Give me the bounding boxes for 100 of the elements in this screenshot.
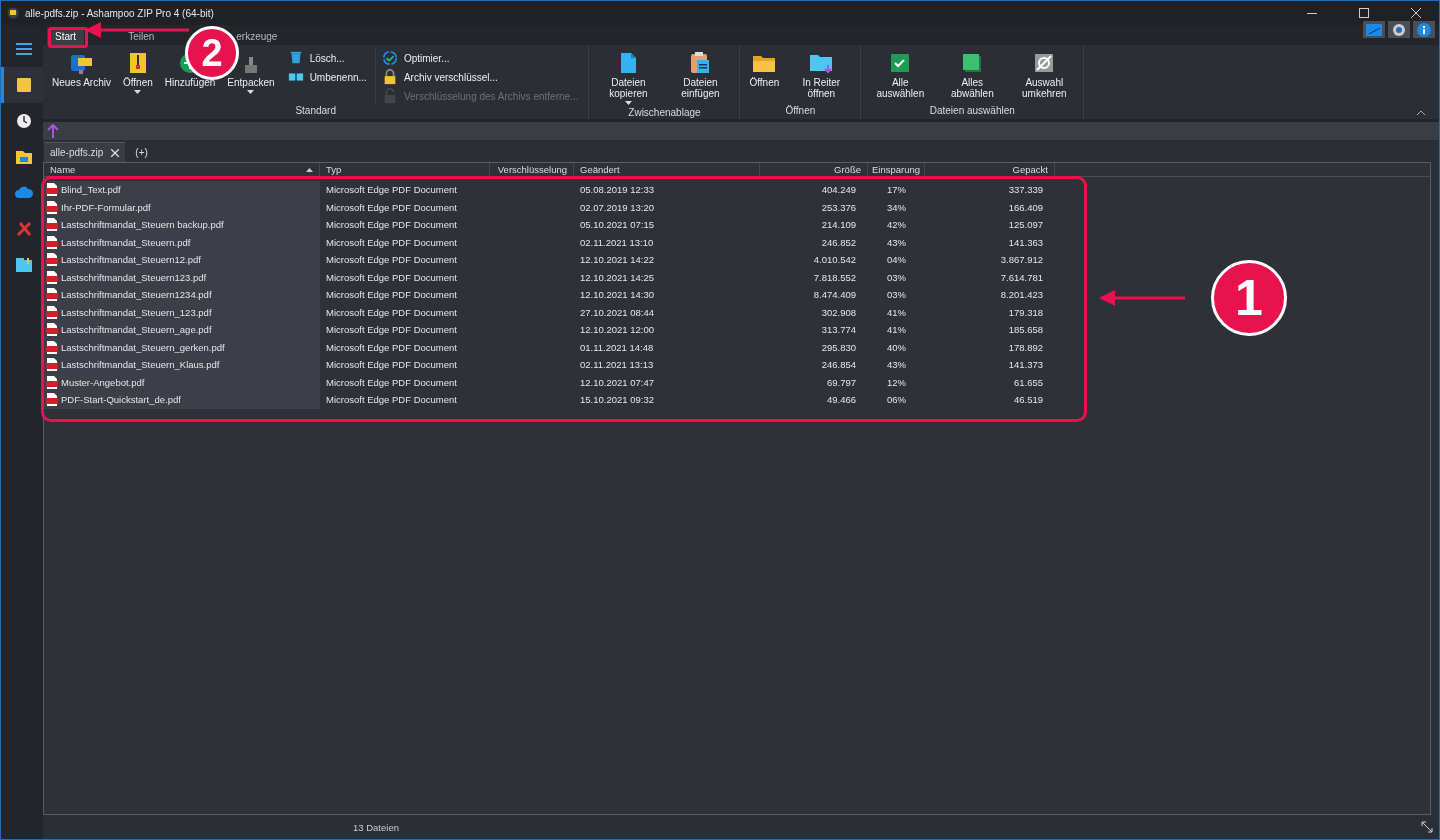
- resize-icon[interactable]: [1421, 821, 1433, 833]
- table-cell-text: Microsoft Edge PDF Document: [325, 393, 458, 408]
- up-arrow-icon[interactable]: [47, 124, 59, 138]
- ribbon-button[interactable]: Archiv verschlüssel...: [379, 68, 581, 86]
- table-cell-text: Microsoft Edge PDF Document: [325, 200, 458, 215]
- table-cell-text: Microsoft Edge PDF Document: [325, 288, 458, 303]
- check-circle-icon: [381, 50, 398, 66]
- table-cell-text: 166.409: [1007, 200, 1044, 215]
- ribbon-button[interactable]: Lösch...: [285, 49, 369, 67]
- table-cell-text: 4.010.542: [812, 253, 857, 268]
- table-cell-text: 12.10.2021 07:47: [579, 375, 655, 390]
- table-cell-text: 40%: [886, 340, 907, 355]
- group-label: Standard: [294, 105, 337, 118]
- pdf-icon: [46, 235, 58, 249]
- table-cell-text: 41%: [886, 305, 907, 320]
- table-cell-text: 04%: [886, 253, 907, 268]
- table-cell-text: 12%: [886, 375, 907, 390]
- table-cell-text: 404.249: [820, 183, 857, 198]
- table-cell-text: 12.10.2021 14:22: [579, 253, 655, 268]
- table-cell-text: 337.339: [1007, 183, 1044, 198]
- table-cell-text: Microsoft Edge PDF Document: [325, 253, 458, 268]
- table-cell-text: Microsoft Edge PDF Document: [325, 218, 458, 233]
- ribbon-button[interactable]: Alle auswählen: [865, 49, 936, 101]
- table-cell-text: 246.852: [820, 235, 857, 250]
- table-cell[interactable]: Lastschriftmandat_Steuern backup.pdf: [44, 216, 320, 234]
- caret-icon: [624, 101, 632, 105]
- table-cell[interactable]: Lastschriftmandat_Steuern12.pdf: [44, 251, 320, 269]
- table-cell[interactable]: Lastschriftmandat_Steuern1234.pdf: [44, 286, 320, 304]
- table-cell-text: 302.908: [820, 305, 857, 320]
- pdf-icon: [46, 253, 58, 267]
- ribbon-tab[interactable]: Teilen: [120, 28, 163, 45]
- pdf-icon: [46, 340, 58, 354]
- table-cell-text: 179.318: [1007, 305, 1044, 320]
- column-header[interactable]: Typ: [320, 163, 490, 176]
- table-cell-text: Microsoft Edge PDF Document: [325, 358, 458, 373]
- table-cell-text: 246.854: [820, 358, 857, 373]
- table-cell-text: 3.867.912: [999, 253, 1044, 268]
- table-cell-text: Microsoft Edge PDF Document: [325, 270, 458, 285]
- table-cell-text: Microsoft Edge PDF Document: [325, 375, 458, 390]
- ribbon-button[interactable]: Öffnen: [117, 49, 158, 96]
- table-cell-text: 253.376: [820, 200, 857, 215]
- ribbon-button[interactable]: Alles abwählen: [937, 49, 1008, 101]
- ribbon-button[interactable]: Auswahl umkehren: [1009, 49, 1080, 101]
- table-cell-text: Microsoft Edge PDF Document: [325, 235, 458, 250]
- ribbon-button[interactable]: Optimier...: [379, 49, 581, 67]
- table-cell-text: 17%: [886, 183, 907, 198]
- archive-tab[interactable]: (+): [129, 142, 154, 162]
- settings-button[interactable]: [1388, 21, 1410, 38]
- table-cell[interactable]: Lastschriftmandat_Steuern_Klaus.pdf: [44, 356, 320, 374]
- status-text: 13 Dateien: [353, 821, 399, 833]
- table-cell-text: 02.11.2021 13:10: [579, 235, 655, 250]
- window-icon: [13, 255, 34, 275]
- table-cell-text: 8.201.423: [999, 288, 1044, 303]
- pdf-icon: [46, 323, 58, 337]
- column-header[interactable]: Verschlüsselung: [490, 163, 574, 176]
- collapse-icon[interactable]: [1417, 110, 1425, 115]
- table-cell-text: 7.818.552: [812, 270, 857, 285]
- table-cell-text: 12.10.2021 12:00: [579, 323, 655, 338]
- table-cell-text: 02.07.2019 13:20: [579, 200, 655, 215]
- ribbon-button[interactable]: Neues Archiv: [47, 49, 116, 90]
- column-header[interactable]: Gepackt: [925, 163, 1055, 176]
- table-cell-text: 46.519: [1012, 393, 1044, 408]
- table-cell-text: 42%: [886, 218, 907, 233]
- table-cell-text: Microsoft Edge PDF Document: [325, 305, 458, 320]
- column-header[interactable]: Geändert: [574, 163, 760, 176]
- column-header[interactable]: Name: [44, 163, 320, 176]
- highlight-frame: [48, 27, 88, 48]
- maximize-icon[interactable]: [1359, 8, 1369, 18]
- pdf-icon: [46, 375, 58, 389]
- close-icon[interactable]: [1411, 8, 1421, 18]
- pdf-icon: [46, 358, 58, 372]
- table-cell-text: Microsoft Edge PDF Document: [325, 183, 458, 198]
- ribbon-button[interactable]: In Reiter öffnen: [786, 49, 857, 101]
- table-cell-text: 185.658: [1007, 323, 1044, 338]
- table-cell-text: 03%: [886, 288, 907, 303]
- caret-icon: [134, 90, 142, 94]
- ribbon-button[interactable]: Öffnen: [744, 49, 785, 90]
- group-label: Öffnen: [784, 105, 817, 118]
- close-icon[interactable]: [111, 148, 120, 157]
- column-header[interactable]: Einsparung: [868, 163, 925, 176]
- group-label: Zwischenablage: [627, 107, 702, 120]
- ribbon-button[interactable]: Dateien kopieren: [593, 49, 664, 107]
- sidebar-item[interactable]: [1, 67, 43, 103]
- table-cell-text: 12.10.2021 14:30: [579, 288, 655, 303]
- archive-tab[interactable]: alle-pdfs.zip: [44, 142, 126, 162]
- pdf-icon: [46, 305, 58, 319]
- pdf-icon: [46, 288, 58, 302]
- table-cell[interactable]: PDF-Start-Quickstart_de.pdf: [44, 391, 320, 409]
- table-cell-text: 295.830: [820, 340, 857, 355]
- window-title: alle-pdfs.zip - Ashampoo ZIP Pro 4 (64-bit): [25, 7, 215, 19]
- column-header[interactable]: Größe: [760, 163, 868, 176]
- table-cell-text: 05.10.2021 07:15: [579, 218, 655, 233]
- table-cell[interactable]: Lastschriftmandat_Steuern_age.pdf: [44, 321, 320, 339]
- pdf-icon: [46, 270, 58, 284]
- ribbon-button[interactable]: Umbenenn...: [285, 68, 369, 86]
- table-cell[interactable]: Blind_Text.pdf: [44, 181, 320, 199]
- table-cell-text: 41%: [886, 323, 907, 338]
- info-button[interactable]: [1413, 21, 1435, 38]
- table-cell-text: 43%: [886, 358, 907, 373]
- ribbon-button[interactable]: Dateien einfügen: [665, 49, 736, 101]
